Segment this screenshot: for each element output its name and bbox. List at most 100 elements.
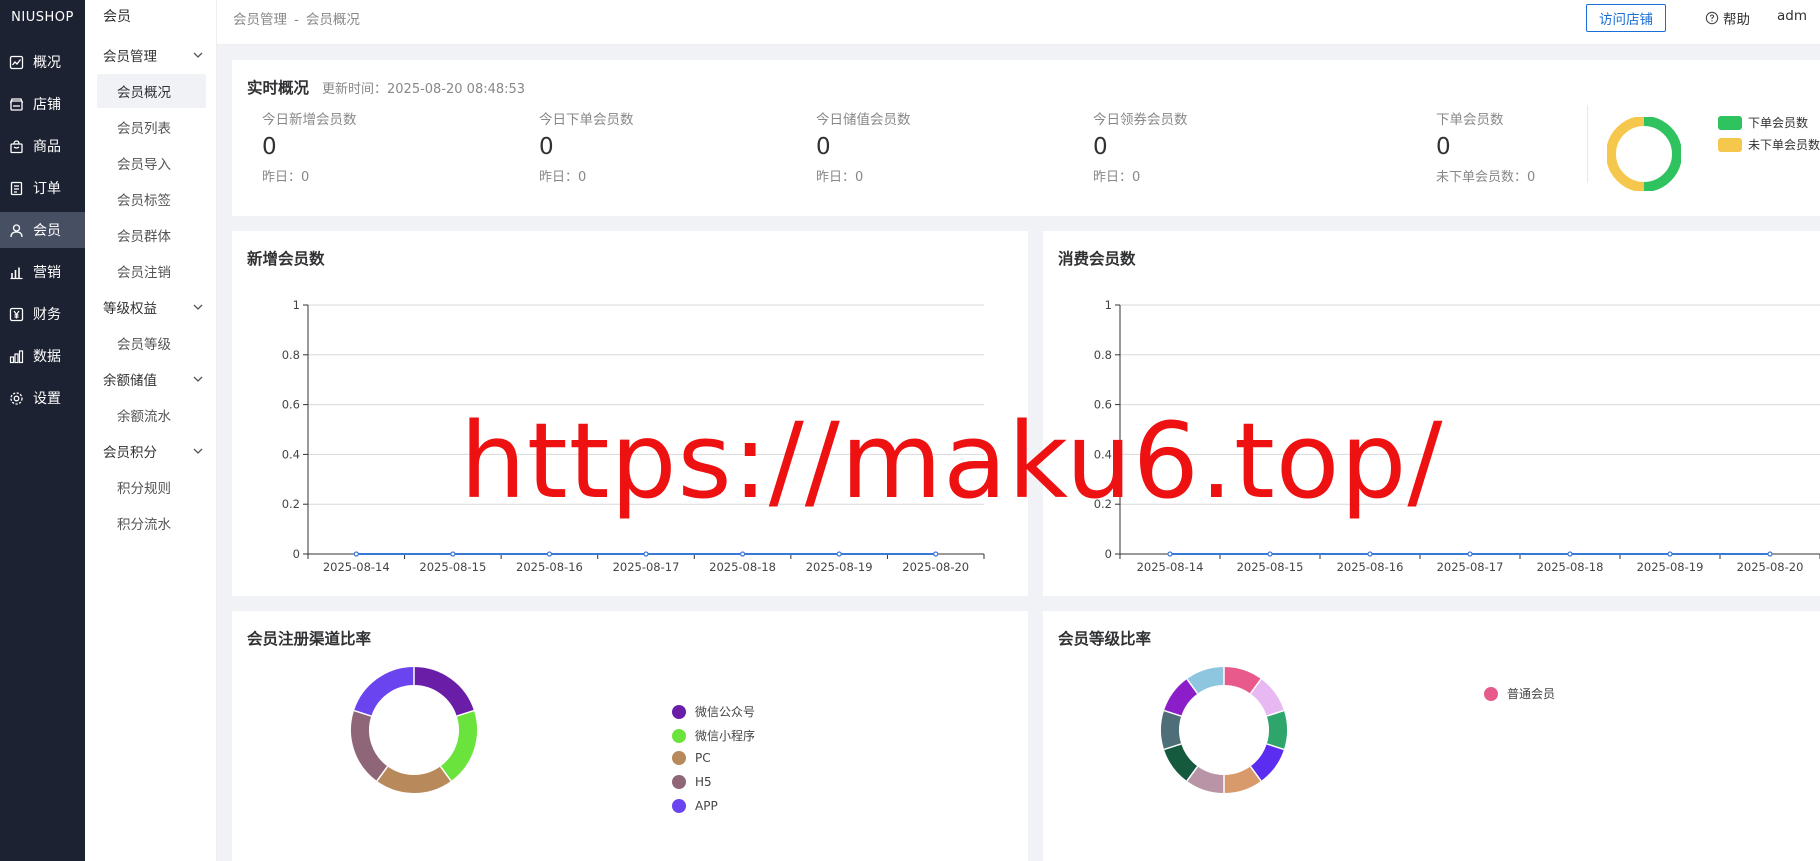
new-members-card: 新增会员数 0 0.2 0.4 0.6 0.8 1 2025-08-14 2025-08-15… — [232, 231, 1028, 596]
donut-segment[interactable] — [1186, 667, 1225, 694]
x-tick-label: 2025-08-14 — [323, 560, 390, 574]
legend-label: 未下单会员数 — [1748, 138, 1820, 152]
donut-segment[interactable] — [376, 766, 452, 793]
x-tick-label: 2025-08-19 — [806, 560, 873, 574]
legend-item[interactable]: PC — [672, 751, 711, 765]
subnav-item[interactable]: 积分流水 — [97, 506, 206, 540]
chevron-down-icon — [193, 376, 203, 382]
data-point[interactable] — [353, 551, 359, 557]
subnav-item[interactable]: 会员概况 — [97, 74, 206, 108]
breadcrumb-separator: - — [294, 12, 299, 28]
data-point[interactable] — [1367, 551, 1373, 557]
stat-label: 下单会员数 — [1436, 112, 1504, 128]
y-tick-label: 0.2 — [1094, 497, 1112, 511]
y-tick-label: 0.2 — [282, 497, 300, 511]
data-point[interactable] — [643, 551, 649, 557]
y-tick-label: 0 — [293, 547, 300, 561]
donut-segment[interactable] — [354, 667, 415, 717]
nav-item-label: 营销 — [33, 265, 61, 281]
subnav-item[interactable]: 会员注销 — [97, 254, 206, 288]
nav-item-label: 订单 — [33, 181, 61, 197]
nav-item-label: 商品 — [33, 139, 61, 155]
stat-new-members: 今日新增会员数 0 昨日：0 — [262, 108, 357, 185]
nav-item[interactable]: 设置 — [0, 380, 85, 416]
donut-segment[interactable] — [1223, 667, 1262, 694]
nav-item[interactable]: 商品 — [0, 128, 85, 164]
data-point[interactable] — [1767, 551, 1773, 557]
breadcrumb: 会员管理 - 会员概况 — [233, 8, 360, 28]
donut-segment-ordered — [1643, 117, 1681, 191]
data-point[interactable] — [1167, 551, 1173, 557]
subnav-item[interactable]: 会员列表 — [97, 110, 206, 144]
stat-label: 今日储值会员数 — [816, 112, 911, 128]
legend-item[interactable]: 微信小程序 — [672, 727, 755, 744]
subnav-group[interactable]: 等级权益 — [85, 290, 216, 324]
donut-segment[interactable] — [1161, 710, 1182, 750]
store-icon — [9, 97, 24, 112]
stat-not-ordered: 未下单会员数：0 — [1436, 170, 1536, 185]
user-menu[interactable]: adm — [1777, 8, 1807, 24]
nav-item[interactable]: 店铺 — [0, 86, 85, 122]
data-point[interactable] — [836, 551, 842, 557]
stat-value: 0 — [1436, 134, 1451, 160]
nav-item-label: 店铺 — [33, 97, 61, 113]
nav-item[interactable]: 营销 — [0, 254, 85, 290]
legend-dot — [1484, 686, 1498, 701]
data-point[interactable] — [933, 551, 939, 557]
subnav-group[interactable]: 会员管理 — [85, 38, 216, 72]
nav-item[interactable]: 订单 — [0, 170, 85, 206]
gear-icon — [9, 391, 24, 406]
visit-store-button[interactable]: 访问店铺 — [1586, 4, 1666, 32]
legend-label: 微信公众号 — [695, 705, 756, 719]
donut-segment[interactable] — [1186, 766, 1225, 793]
help-link[interactable]: 帮助 — [1705, 8, 1750, 28]
legend-item[interactable]: H5 — [672, 775, 712, 789]
legend-item[interactable]: 未下单会员数 — [1718, 136, 1820, 153]
stat-coupon-members: 今日领券会员数 0 昨日：0 — [1093, 108, 1188, 185]
nav-item[interactable]: 概况 — [0, 44, 85, 80]
nav-item[interactable]: 会员 — [0, 212, 85, 248]
legend-item[interactable]: 普通会员 — [1484, 685, 1555, 702]
data-point[interactable] — [1567, 551, 1573, 557]
subnav-group[interactable]: 余额储值 — [85, 362, 216, 396]
nav-item[interactable]: 财务 — [0, 296, 85, 332]
donut-segment[interactable] — [351, 710, 388, 781]
subnav-group-label: 会员积分 — [103, 445, 157, 461]
donut-segment[interactable] — [440, 710, 477, 781]
subnav-item[interactable]: 会员群体 — [97, 218, 206, 252]
stat-value: 0 — [262, 134, 277, 160]
chevron-down-icon — [193, 52, 203, 58]
legend-label: 普通会员 — [1507, 687, 1556, 701]
breadcrumb-item[interactable]: 会员管理 — [233, 12, 287, 28]
main-sidebar: NIUSHOP 概况 店铺 商品 订单 会员 营销 财务 数据 设置 — [0, 0, 85, 861]
donut-segment[interactable] — [413, 667, 474, 717]
x-tick-label: 2025-08-18 — [1537, 560, 1604, 574]
legend-item[interactable]: 下单会员数 — [1718, 114, 1808, 131]
subnav-group-label: 余额储值 — [103, 373, 157, 389]
nav-item-label: 设置 — [33, 391, 61, 407]
legend-item[interactable]: 微信公众号 — [672, 703, 755, 720]
subnav-item[interactable]: 积分规则 — [97, 470, 206, 504]
x-tick-label: 2025-08-20 — [1737, 560, 1804, 574]
legend-item[interactable]: APP — [672, 799, 718, 813]
stat-yesterday: 昨日：0 — [262, 170, 310, 185]
subnav-item[interactable]: 会员导入 — [97, 146, 206, 180]
subnav-group[interactable]: 会员积分 — [85, 434, 216, 468]
data-point[interactable] — [1667, 551, 1673, 557]
data-point[interactable] — [450, 551, 456, 557]
subnav-item[interactable]: 会员等级 — [97, 326, 206, 360]
data-point[interactable] — [1267, 551, 1273, 557]
subnav-item[interactable]: 余额流水 — [97, 398, 206, 432]
data-point[interactable] — [739, 551, 746, 557]
nav-item[interactable]: 数据 — [0, 338, 85, 374]
stat-recharge-members: 今日储值会员数 0 昨日：0 — [816, 108, 911, 185]
breadcrumb-item: 会员概况 — [305, 12, 360, 28]
x-tick-label: 2025-08-16 — [516, 560, 583, 574]
subnav-item[interactable]: 会员标签 — [97, 182, 206, 216]
consume-members-card: 消费会员数 0 0.2 0.4 0.6 0.8 1 2025-08-14 2025-08-15… — [1043, 231, 1820, 596]
donut-segment[interactable] — [1266, 710, 1287, 750]
data-point[interactable] — [1467, 551, 1473, 557]
donut-segment[interactable] — [1223, 766, 1262, 793]
order-ratio-donut — [1607, 117, 1681, 191]
data-point[interactable] — [546, 551, 553, 557]
